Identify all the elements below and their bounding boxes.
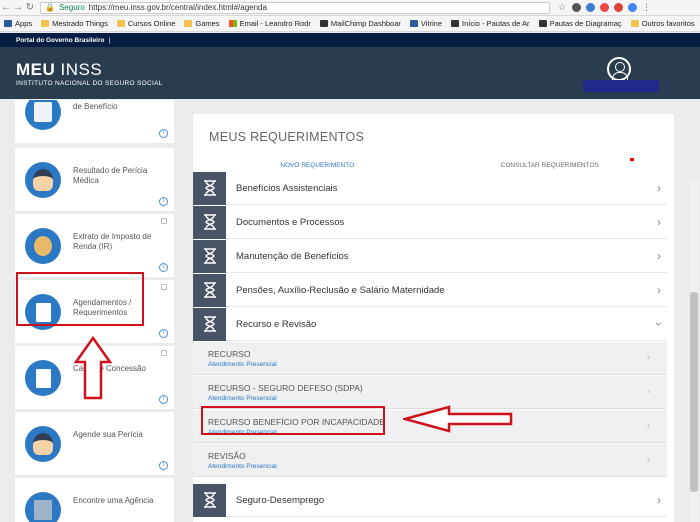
- sidebar-item-agende-pericia[interactable]: Agende sua Perícia i: [15, 412, 174, 475]
- annotation-highlight-box: [201, 406, 385, 435]
- bookmark-item[interactable]: Mestrado Things: [41, 19, 108, 28]
- chevron-right-icon: ›: [657, 283, 661, 297]
- chevron-right-icon: ›: [657, 181, 661, 195]
- other-bookmarks[interactable]: Outros favoritos: [630, 19, 695, 28]
- logo-subtitle: INSTITUTO NACIONAL DO SEGURO SOCIAL: [16, 80, 163, 87]
- bookmark-item[interactable]: Cursos Online: [116, 19, 175, 28]
- chevron-right-icon: ›: [646, 352, 650, 363]
- lock-icon: [161, 350, 167, 356]
- category-row-expanded[interactable]: Recurso e Revisão ›: [193, 307, 667, 341]
- sidebar-item-pericia-resultado[interactable]: Resultado de Perícia Médica i: [15, 148, 174, 211]
- building-icon: [25, 492, 61, 522]
- requerimentos-panel: MEUS REQUERIMENTOS NOVO REQUERIMENTO CON…: [193, 114, 674, 522]
- category-row[interactable]: Documentos e Processos ›: [193, 205, 667, 239]
- sub-item[interactable]: RECURSO Atendimento Presencial ›: [193, 342, 667, 375]
- reload-icon[interactable]: ↻: [24, 2, 36, 13]
- folder-icon: [41, 20, 50, 27]
- bookmark-item[interactable]: Vitrine: [409, 19, 442, 28]
- gov-bar: Portal do Governo Brasileiro |: [0, 33, 700, 47]
- logo[interactable]: MEU INSS: [16, 60, 102, 80]
- apps-icon: [4, 20, 12, 27]
- folder-icon: [184, 20, 193, 27]
- folder-icon: [630, 20, 639, 27]
- vitrine-icon: [409, 20, 418, 27]
- doctor-icon: [25, 426, 61, 462]
- category-row[interactable]: Pensões, Auxílio-Reclusão e Salário Mate…: [193, 273, 667, 307]
- info-icon[interactable]: i: [159, 395, 168, 404]
- lock-icon: [161, 284, 167, 290]
- folder-icon: [116, 20, 125, 27]
- chevron-right-icon: ›: [657, 249, 661, 263]
- hourglass-icon: [193, 483, 226, 517]
- browser-toolbar: ← → ↻ 🔒 Seguro https://meu.inss.gov.br/c…: [0, 0, 700, 16]
- page-icon: [538, 20, 547, 27]
- scrollbar[interactable]: [690, 182, 698, 522]
- bookmarks-bar: Apps Mestrado Things Cursos Online Games…: [0, 16, 700, 32]
- annotation-up-arrow: [74, 336, 112, 400]
- chevron-right-icon: ›: [646, 454, 650, 465]
- category-row[interactable]: Benefícios Assistenciais ›: [193, 171, 667, 205]
- bookmark-item[interactable]: MailChimp Dashboar: [319, 19, 401, 28]
- bookmark-item[interactable]: Pautas de Diagramaç: [538, 19, 622, 28]
- extension-icon[interactable]: [628, 3, 637, 12]
- hourglass-icon: [193, 307, 226, 341]
- hourglass-icon: [193, 273, 226, 307]
- lion-icon: [25, 228, 61, 264]
- url-text[interactable]: https://meu.inss.gov.br/central/index.ht…: [89, 3, 267, 12]
- doctor-icon: [25, 162, 61, 198]
- secure-label: Seguro: [58, 3, 85, 12]
- category-row[interactable]: Manutenção de Benefícios ›: [193, 239, 667, 273]
- chevron-right-icon: ›: [657, 493, 661, 507]
- bookmark-item[interactable]: Games: [184, 19, 220, 28]
- sub-item[interactable]: REVISÃO Atendimento Presencial ›: [193, 444, 667, 477]
- chevron-down-icon: ›: [652, 322, 666, 326]
- annotation-highlight-box: [16, 272, 144, 326]
- secure-lock-icon: 🔒: [45, 3, 55, 12]
- extension-icon[interactable]: [586, 3, 595, 12]
- menu-icon[interactable]: ⋮: [642, 3, 651, 12]
- star-icon[interactable]: ☆: [558, 3, 567, 12]
- letter-icon: [25, 360, 61, 396]
- user-name-redacted: [583, 80, 659, 92]
- sidebar-item-beneficio[interactable]: de Benefício i: [15, 100, 174, 143]
- chevron-right-icon: ›: [646, 420, 650, 431]
- hourglass-icon: [193, 239, 226, 273]
- sidebar-item-extrato-ir[interactable]: Extrato de Imposto de Renda (IR) i: [15, 214, 174, 277]
- category-row[interactable]: Seguro-Desemprego ›: [193, 483, 667, 517]
- info-icon[interactable]: i: [159, 129, 168, 138]
- chevron-right-icon: ›: [657, 215, 661, 229]
- sidebar-item-encontre-agencia[interactable]: Encontre uma Agência i: [15, 478, 174, 522]
- extension-icon[interactable]: [572, 3, 581, 12]
- bookmark-item[interactable]: Início - Pautas de Ar: [451, 19, 530, 28]
- extension-icon[interactable]: [614, 3, 623, 12]
- gov-portal-link[interactable]: Portal do Governo Brasileiro: [16, 37, 105, 44]
- back-icon[interactable]: ←: [0, 2, 12, 13]
- user-avatar-icon[interactable]: [607, 57, 631, 81]
- outlook-icon: [228, 20, 237, 27]
- info-icon[interactable]: i: [159, 461, 168, 470]
- bookmark-item[interactable]: Email - Leandro Rodr: [228, 19, 311, 28]
- extension-icon[interactable]: [600, 3, 609, 12]
- info-icon[interactable]: i: [159, 329, 168, 338]
- notification-dot: [630, 158, 634, 161]
- mailchimp-icon: [319, 20, 328, 27]
- money-icon: [25, 100, 61, 130]
- forward-icon[interactable]: →: [12, 2, 24, 13]
- info-icon[interactable]: i: [159, 197, 168, 206]
- page-icon: [451, 20, 460, 27]
- info-icon[interactable]: i: [159, 263, 168, 272]
- site-header: MEU INSS INSTITUTO NACIONAL DO SEGURO SO…: [0, 47, 700, 99]
- chevron-right-icon: ›: [646, 386, 650, 397]
- bookmark-apps[interactable]: Apps: [4, 19, 32, 28]
- scrollbar-thumb[interactable]: [690, 292, 698, 492]
- hourglass-icon: [193, 205, 226, 239]
- lock-icon: [161, 218, 167, 224]
- annotation-left-arrow: [403, 405, 513, 433]
- hourglass-icon: [193, 171, 226, 205]
- address-bar[interactable]: 🔒 Seguro https://meu.inss.gov.br/central…: [40, 1, 550, 14]
- page-title: MEUS REQUERIMENTOS: [209, 130, 365, 144]
